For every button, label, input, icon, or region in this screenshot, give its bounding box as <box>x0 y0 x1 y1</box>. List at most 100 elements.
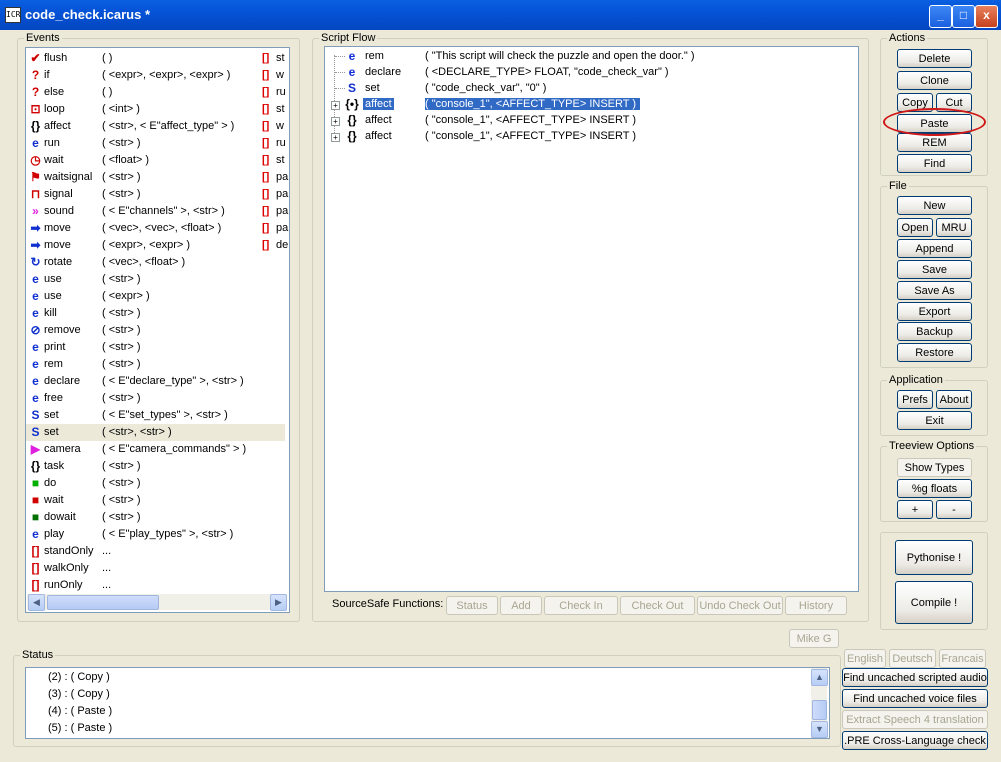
event-col2-item[interactable]: [] pa <box>262 220 288 237</box>
event-item-declare[interactable]: e declare ( < E"declare_type" >, <str> ) <box>26 373 285 390</box>
event-item-set[interactable]: Sset ( <str>, <str> ) <box>26 424 285 441</box>
print-icon: e <box>32 340 39 354</box>
event-item-remove[interactable]: ⊘ remove ( <str> ) <box>26 322 285 339</box>
extract-speech-button[interactable]: Extract Speech 4 translation <box>842 710 988 729</box>
event-item-use[interactable]: e use ( <expr> ) <box>26 288 285 305</box>
event-args: ( <str> ) <box>102 324 141 336</box>
expand-icon[interactable]: + <box>331 133 340 142</box>
event-item-task[interactable]: {} task ( <str> ) <box>26 458 285 475</box>
pythonise-button[interactable]: Pythonise ! <box>895 540 973 575</box>
g-floats-button[interactable]: %g floats <box>897 479 972 498</box>
status-vscrollbar[interactable]: ▲ ▼ <box>811 668 828 738</box>
event-name: rem <box>44 358 63 370</box>
save-button[interactable]: Save <box>897 260 972 279</box>
event-col2-item[interactable]: [] st <box>262 152 286 169</box>
expand-icon[interactable]: + <box>331 117 340 126</box>
show-types-toggle[interactable]: Show Types <box>897 458 972 477</box>
delete-button[interactable]: Delete <box>897 49 972 68</box>
event-item-do[interactable]: ■ do ( <str> ) <box>26 475 285 492</box>
export-button[interactable]: Export <box>897 302 972 321</box>
event-item-use[interactable]: e use ( <str> ) <box>26 271 285 288</box>
sourcesafe-history-button[interactable]: History <box>785 596 847 615</box>
status-scroll-thumb[interactable] <box>812 700 827 720</box>
event-col2-item[interactable]: [] ru <box>262 84 286 101</box>
event-col2-item[interactable]: [] pa <box>262 203 288 220</box>
event-item-kill[interactable]: e kill ( <str> ) <box>26 305 285 322</box>
backup-button[interactable]: Backup <box>897 322 972 341</box>
status-log[interactable]: (2) : ( Copy ) (3) : ( Copy ) (4) : ( Past… <box>25 667 830 739</box>
sourcesafe-status-button[interactable]: Status <box>446 596 498 615</box>
event-args: ( <str> ) <box>102 358 141 370</box>
append-button[interactable]: Append <box>897 239 972 258</box>
scroll-up-icon[interactable]: ▲ <box>811 669 828 686</box>
maximize-button[interactable]: □ <box>952 5 975 28</box>
title-bar[interactable]: ICR code_check.icarus * _ □ x <box>0 0 1001 30</box>
compile-button[interactable]: Compile ! <box>895 581 973 624</box>
scroll-left-icon[interactable]: ◀ <box>28 594 45 611</box>
exit-button[interactable]: Exit <box>897 411 972 430</box>
script-row-rem[interactable]: e rem ( "This script will check the puzzle… <box>329 49 695 65</box>
scroll-thumb[interactable] <box>47 595 159 610</box>
collapse-all-button[interactable]: - <box>936 500 972 519</box>
event-col2-item[interactable]: [] de <box>262 237 288 254</box>
script-row-set[interactable]: Sset ( "code_check_var", "0" ) <box>329 81 649 97</box>
prefs-button[interactable]: Prefs <box>897 390 933 409</box>
bracket-icon: [] <box>31 561 40 575</box>
deutsch-button[interactable]: Deutsch <box>889 649 936 668</box>
new-button[interactable]: New <box>897 196 972 215</box>
sourcesafe-undo-check-out-button[interactable]: Undo Check Out <box>697 596 783 615</box>
event-item-print[interactable]: e print ( <str> ) <box>26 339 285 356</box>
event-item-play[interactable]: e play ( < E"play_types" >, <str> ) <box>26 526 285 543</box>
sourcesafe-add-button[interactable]: Add <box>500 596 542 615</box>
pre-cross-language-check-button[interactable]: .PRE Cross-Language check <box>842 731 988 750</box>
user-button[interactable]: Mike G <box>789 629 839 648</box>
about-button[interactable]: About <box>936 390 972 409</box>
event-item-rem[interactable]: e rem ( <str> ) <box>26 356 285 373</box>
event-item-standOnly[interactable]: [] standOnly... <box>26 543 285 560</box>
script-command-name: affect <box>365 114 392 126</box>
event-col2-item[interactable]: [] st <box>262 50 286 67</box>
minimize-button[interactable]: _ <box>929 5 952 28</box>
script-row-declare[interactable]: e declare ( <DECLARE_TYPE> FLOAT, "code_ch… <box>329 65 669 81</box>
event-item-set[interactable]: Sset ( < E"set_types" >, <str> ) <box>26 407 285 424</box>
sourcesafe-check-in-button[interactable]: Check In <box>544 596 618 615</box>
mru-button[interactable]: MRU <box>936 218 972 237</box>
event-col2-item[interactable]: [] st <box>262 101 286 118</box>
expand-icon[interactable]: + <box>331 101 340 110</box>
open-button[interactable]: Open <box>897 218 933 237</box>
event-name: remove <box>44 324 81 336</box>
find-uncached-audio-button[interactable]: Find uncached scripted audio <box>842 668 988 687</box>
event-col2-item[interactable]: [] pa <box>262 186 288 203</box>
wait-block-icon: ■ <box>31 493 40 507</box>
event-item-dowait[interactable]: ■ dowait ( <str> ) <box>26 509 285 526</box>
event-item-wait[interactable]: ■ wait ( <str> ) <box>26 492 285 509</box>
script-tree[interactable]: e rem ( "This script will check the puzzle… <box>324 46 859 592</box>
find-uncached-voice-button[interactable]: Find uncached voice files <box>842 689 988 708</box>
event-item-walkOnly[interactable]: [] walkOnly... <box>26 560 285 577</box>
event-item-camera[interactable]: ▶ camera ( < E"camera_commands" > ) <box>26 441 285 458</box>
script-row-affect[interactable]: + {•} affect ( "console_1", <AFFECT_TYPE> I… <box>329 97 649 113</box>
script-row-affect[interactable]: + {} affect ( "console_1", <AFFECT_TYPE> IN… <box>329 113 649 129</box>
scroll-down-icon[interactable]: ▼ <box>811 721 828 738</box>
event-col2-item[interactable]: [] w <box>262 67 286 84</box>
event-name: declare <box>44 375 81 387</box>
save-as-button[interactable]: Save As <box>897 281 972 300</box>
scroll-right-icon[interactable]: ▶ <box>270 594 287 611</box>
events-hscrollbar[interactable]: ◀ ▶ <box>27 594 287 611</box>
event-item-runOnly[interactable]: [] runOnly... <box>26 577 285 594</box>
find-button[interactable]: Find <box>897 154 972 173</box>
english-button[interactable]: English <box>844 649 886 668</box>
clone-button[interactable]: Clone <box>897 71 972 90</box>
expand-all-button[interactable]: + <box>897 500 933 519</box>
event-col2-item[interactable]: [] pa <box>262 169 288 186</box>
script-row-affect[interactable]: + {} affect ( "console_1", <AFFECT_TYPE> IN… <box>329 129 649 145</box>
sourcesafe-check-out-button[interactable]: Check Out <box>620 596 695 615</box>
event-item-free[interactable]: e free ( <str> ) <box>26 390 285 407</box>
event-col2-item[interactable]: [] ru <box>262 135 286 152</box>
francais-button[interactable]: Francais <box>939 649 986 668</box>
event-col2-item[interactable]: [] w <box>262 118 286 135</box>
restore-button[interactable]: Restore <box>897 343 972 362</box>
close-button[interactable]: x <box>975 5 998 28</box>
events-list[interactable]: ✔ flush( )? if( <expr>, <expr>, <expr> )? e… <box>25 47 290 613</box>
window-title: code_check.icarus * <box>25 7 151 22</box>
